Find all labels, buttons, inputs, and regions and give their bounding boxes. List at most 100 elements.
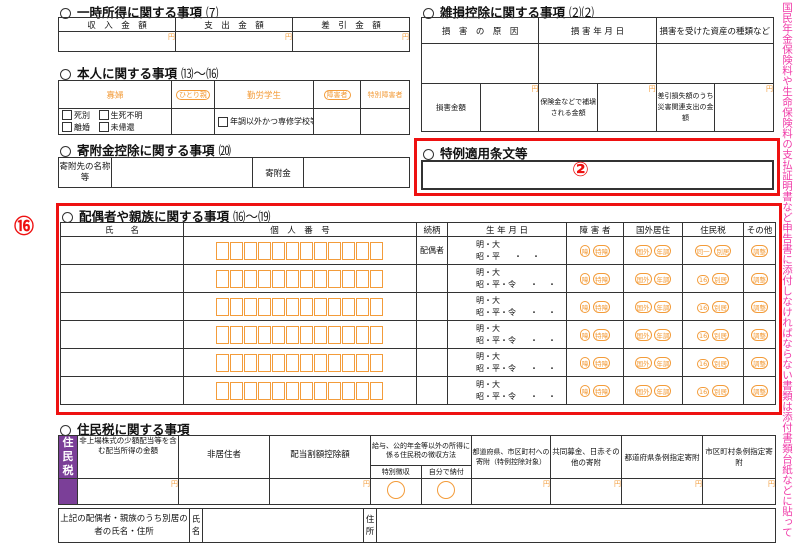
number-digit-box[interactable] <box>230 241 243 260</box>
number-digit-box[interactable] <box>342 241 355 260</box>
number-digit-box[interactable] <box>356 353 369 372</box>
number-digit-box[interactable] <box>258 353 271 372</box>
relationship-field[interactable] <box>416 264 448 293</box>
number-digit-box[interactable] <box>230 353 243 372</box>
number-digit-box[interactable] <box>258 381 271 400</box>
number-digit-box[interactable] <box>300 325 313 344</box>
number-digit-box[interactable] <box>272 241 285 260</box>
birth-date-field[interactable]: 明・大 昭・平・・ <box>447 236 567 265</box>
number-digit-box[interactable] <box>300 381 313 400</box>
dead-checkbox[interactable]: 死別 <box>62 110 90 120</box>
resident-tax-options[interactable]: 16 別居 <box>682 376 744 405</box>
abroad-options[interactable]: 国外 年調 <box>623 376 683 405</box>
number-digit-box[interactable] <box>356 241 369 260</box>
number-digit-box[interactable] <box>342 269 355 288</box>
number-digit-box[interactable] <box>300 297 313 316</box>
number-digit-box[interactable] <box>356 297 369 316</box>
number-digit-box[interactable] <box>216 381 229 400</box>
other-school-checkbox[interactable]: 年調以外かつ専修学校等 <box>214 108 314 135</box>
special-collection-field[interactable] <box>370 478 422 505</box>
number-digit-box[interactable] <box>370 269 383 288</box>
number-digit-box[interactable] <box>328 325 341 344</box>
number-digit-box[interactable] <box>286 297 299 316</box>
number-digit-box[interactable] <box>244 241 257 260</box>
number-digit-box[interactable] <box>244 269 257 288</box>
donee-field[interactable] <box>111 157 253 188</box>
insurance-field[interactable]: 円 <box>596 83 657 132</box>
number-digit-box[interactable] <box>314 353 327 372</box>
number-digit-box[interactable] <box>286 353 299 372</box>
number-digit-box[interactable] <box>370 381 383 400</box>
not-returned-checkbox[interactable]: 未帰還 <box>98 122 135 132</box>
disability-options[interactable]: 障 特障 <box>566 292 624 321</box>
relationship-field[interactable] <box>416 348 448 377</box>
divorced-checkbox[interactable]: 離婚 <box>62 122 90 132</box>
number-digit-box[interactable] <box>286 325 299 344</box>
number-digit-box[interactable] <box>230 381 243 400</box>
self-payment-field[interactable] <box>420 478 472 505</box>
working-student-cell[interactable]: 勤労学生 <box>214 80 314 109</box>
single-parent-cell[interactable]: ひとり親 <box>171 80 215 109</box>
relationship-field[interactable] <box>416 320 448 349</box>
asset-type-field[interactable] <box>655 43 775 84</box>
number-digit-box[interactable] <box>258 269 271 288</box>
number-digit-box[interactable] <box>314 269 327 288</box>
number-digit-box[interactable] <box>300 241 313 260</box>
deductible-field[interactable]: 円 <box>714 83 774 132</box>
loss-date-field[interactable] <box>538 43 657 84</box>
number-digit-box[interactable] <box>286 241 299 260</box>
disability-options[interactable]: 障 特障 <box>566 376 624 405</box>
pref-ordinance-field[interactable]: 円 <box>621 478 703 505</box>
relationship-field[interactable] <box>416 376 448 405</box>
number-digit-box[interactable] <box>356 381 369 400</box>
number-digit-box[interactable] <box>258 297 271 316</box>
difference-amount-field[interactable]: 円 <box>292 31 410 52</box>
number-digit-box[interactable] <box>272 269 285 288</box>
number-digit-box[interactable] <box>272 353 285 372</box>
number-digit-box[interactable] <box>244 381 257 400</box>
income-amount-field[interactable]: 円 <box>58 31 176 52</box>
relationship-field[interactable]: 配偶者 <box>416 236 448 265</box>
special-provisions-field[interactable] <box>421 160 774 190</box>
number-digit-box[interactable] <box>314 381 327 400</box>
number-digit-box[interactable] <box>244 297 257 316</box>
city-ordinance-field[interactable]: 円 <box>702 478 776 505</box>
disabled-cell[interactable]: 障害者 <box>313 80 361 109</box>
pref-city-donation-field[interactable]: 円 <box>471 478 551 505</box>
loss-amount-field[interactable]: 円 <box>479 83 540 132</box>
disability-options[interactable]: 障 特障 <box>566 236 624 265</box>
number-digit-box[interactable] <box>342 353 355 372</box>
resident-tax-options[interactable]: 16 別居 <box>682 348 744 377</box>
number-digit-box[interactable] <box>272 297 285 316</box>
donation-amount-field[interactable] <box>303 157 410 188</box>
abroad-options[interactable]: 国外 年調 <box>623 292 683 321</box>
relative-name-field[interactable] <box>60 292 184 321</box>
resident-tax-options[interactable]: 同一 別居 <box>682 236 744 265</box>
number-digit-box[interactable] <box>370 353 383 372</box>
other-options[interactable]: 調整 <box>743 236 776 265</box>
number-digit-box[interactable] <box>272 325 285 344</box>
number-digit-box[interactable] <box>370 241 383 260</box>
number-digit-box[interactable] <box>314 297 327 316</box>
number-digit-box[interactable] <box>328 381 341 400</box>
number-digit-box[interactable] <box>216 241 229 260</box>
resident-tax-options[interactable]: 16 別居 <box>682 320 744 349</box>
number-digit-box[interactable] <box>328 353 341 372</box>
community-chest-field[interactable]: 円 <box>550 478 622 505</box>
number-digit-box[interactable] <box>286 381 299 400</box>
non-resident-field[interactable] <box>178 478 270 505</box>
number-digit-box[interactable] <box>342 297 355 316</box>
relative-name-field[interactable] <box>60 320 184 349</box>
number-digit-box[interactable] <box>244 353 257 372</box>
birth-date-field[interactable]: 明・大 昭・平・令・・ <box>447 264 567 293</box>
number-digit-box[interactable] <box>258 325 271 344</box>
other-options[interactable]: 調整 <box>743 264 776 293</box>
number-digit-box[interactable] <box>356 269 369 288</box>
expense-amount-field[interactable]: 円 <box>175 31 293 52</box>
other-options[interactable]: 調整 <box>743 320 776 349</box>
disability-options[interactable]: 障 特障 <box>566 348 624 377</box>
birth-date-field[interactable]: 明・大 昭・平・令・・ <box>447 376 567 405</box>
number-digit-box[interactable] <box>370 297 383 316</box>
relative-name-field[interactable] <box>60 348 184 377</box>
number-digit-box[interactable] <box>328 269 341 288</box>
